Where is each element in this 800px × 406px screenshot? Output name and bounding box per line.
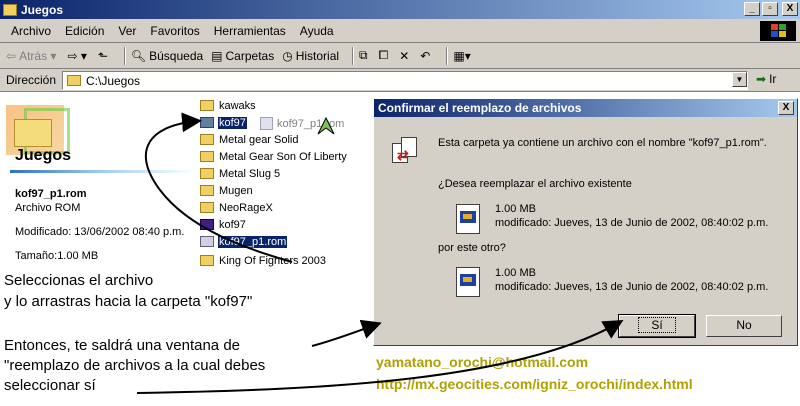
arrow-drag-path <box>144 112 293 263</box>
arrow-to-yes <box>136 319 624 394</box>
annotation-arrows <box>136 112 624 394</box>
cursor-icon <box>317 116 335 135</box>
arrow-to-dialog <box>311 319 382 347</box>
